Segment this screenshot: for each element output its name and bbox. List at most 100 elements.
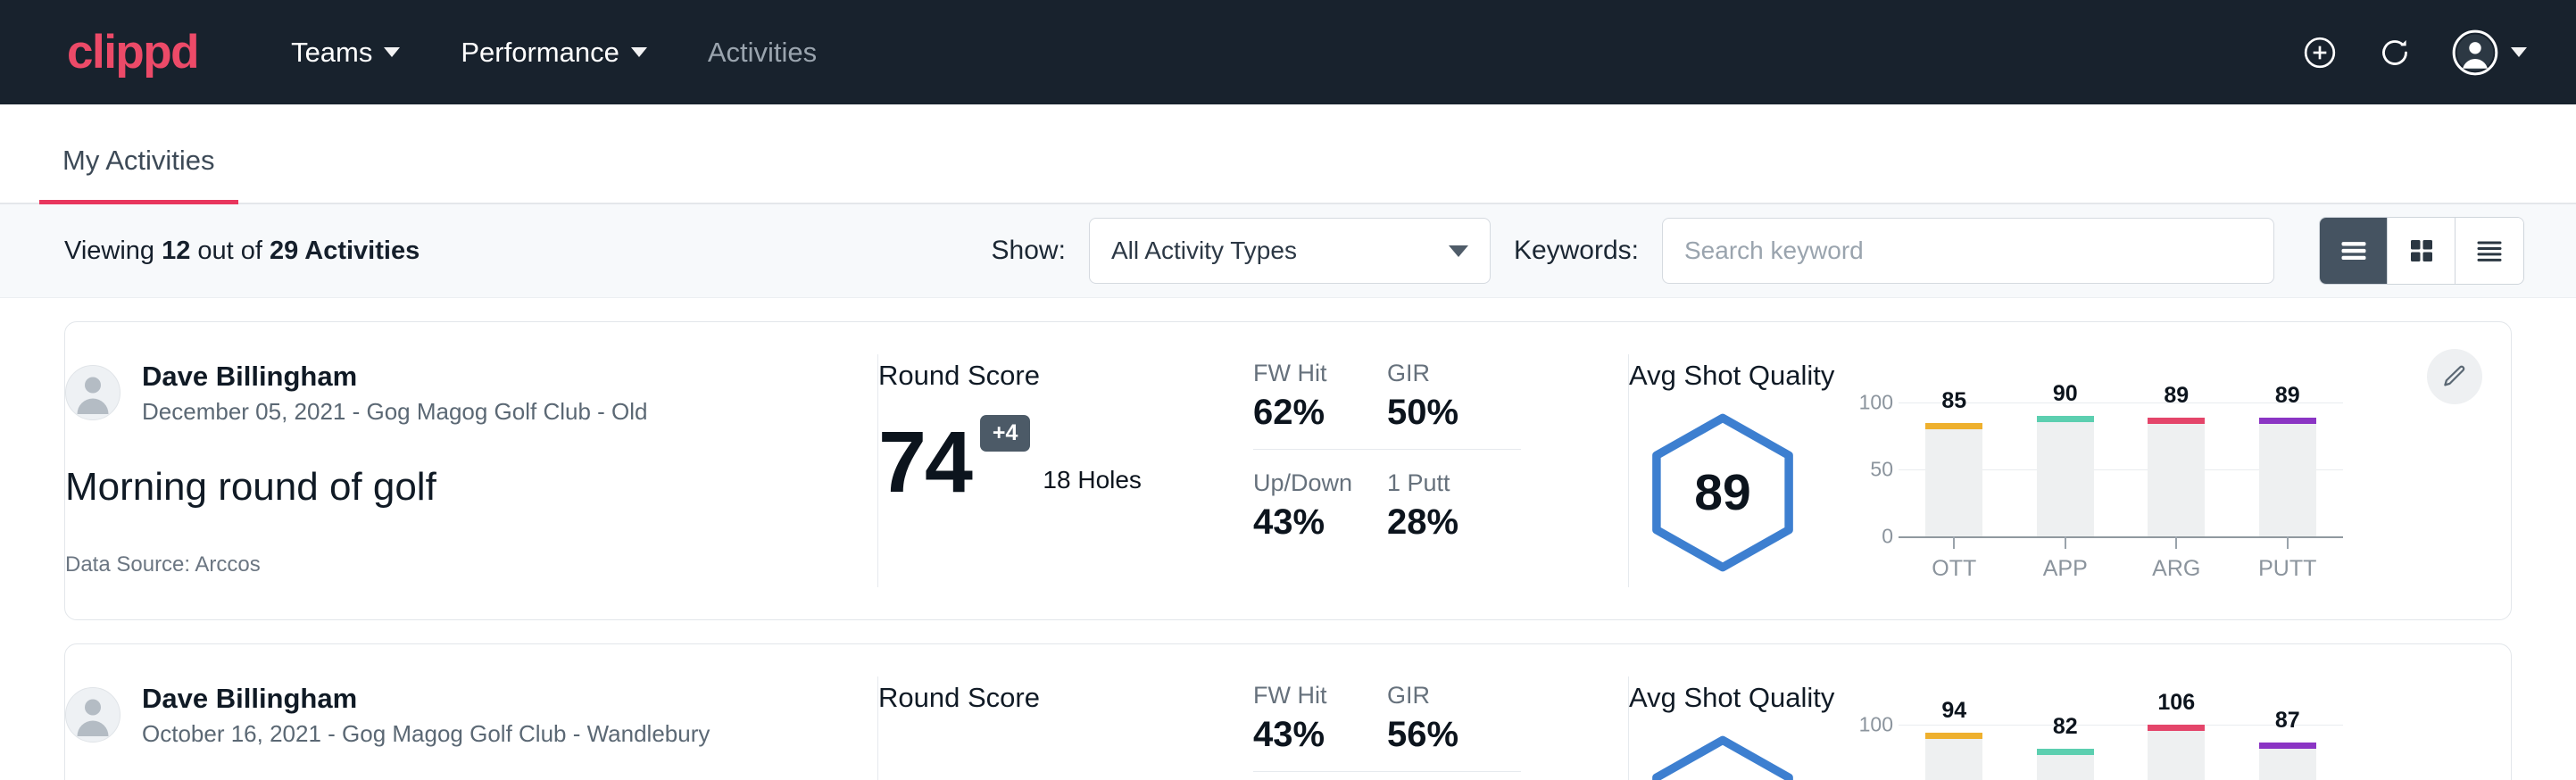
chart-x-label: OTT (1899, 556, 2010, 582)
chart-bars: 85908989 (1899, 402, 2343, 536)
stat-gir: GIR 56% (1387, 682, 1521, 772)
chart-x-labels: OTTAPPARGPUTT (1899, 556, 2343, 582)
view-list-button[interactable] (2320, 218, 2388, 284)
chevron-down-icon (384, 47, 400, 57)
refresh-icon[interactable] (2377, 35, 2413, 71)
chart-plot-area: 85908989 (1899, 402, 2343, 536)
stat-one-putt-value: 28% (1387, 502, 1521, 543)
chart-bar-group: 87 (2232, 725, 2344, 780)
chart-bar (1925, 423, 1982, 537)
search-input[interactable] (1662, 218, 2274, 284)
round-score-block: Round Score 74 +4 18 Holes (878, 322, 1253, 619)
shot-quality-value: 89 (1629, 408, 1816, 577)
round-score-value: 74 (878, 422, 971, 502)
chart-y-tick: 0 (1882, 525, 1893, 549)
chart-x-tick (1953, 536, 1955, 549)
view-compact-button[interactable] (2456, 218, 2523, 284)
chart-plot-area: 948210687 (1899, 725, 2343, 780)
shot-quality-chart: 050100 85908989 OTTAPPARGPUTT (1843, 402, 2343, 582)
stat-up-down-label: Up/Down (1253, 469, 1387, 497)
chart-bar-group: 94 (1899, 725, 2010, 780)
player-name: Dave Billingham (142, 682, 710, 717)
chart-bar (2037, 749, 2094, 780)
shot-quality-block: Avg Shot Quality 050100 948210687 OTTAPP… (1629, 644, 2511, 780)
chart-bar-value: 87 (2232, 708, 2344, 734)
chart-y-tick: 100 (1859, 713, 1893, 737)
nav-item-activities-label: Activities (708, 37, 817, 69)
viewing-count-text: Viewing 12 out of 29 Activities (64, 236, 420, 266)
shot-quality-hexagon: 89 (1629, 408, 1816, 577)
viewing-count: 12 (162, 236, 190, 265)
score-to-par-badge: +4 (980, 415, 1031, 452)
viewing-prefix: Viewing (64, 236, 162, 265)
chevron-down-icon (1449, 245, 1468, 257)
nav-item-teams-label: Teams (291, 37, 372, 69)
chart-bars: 948210687 (1899, 725, 2343, 780)
view-mode-toggle (2319, 217, 2524, 285)
activity-card[interactable]: Dave Billingham December 05, 2021 - Gog … (64, 321, 2512, 620)
chart-x-tick (2175, 536, 2177, 549)
chart-y-axis: 050100 (1843, 402, 1899, 582)
chevron-down-icon (2511, 47, 2527, 57)
activity-stats: FW Hit 43% GIR 56% (1253, 644, 1628, 780)
shot-quality-block: Avg Shot Quality 89 050100 85908989 OTTA… (1629, 322, 2511, 619)
top-navigation-bar: clippd Teams Performance Activities (0, 0, 2576, 104)
chart-bar-group: 106 (2121, 725, 2232, 780)
app-logo[interactable]: clippd (67, 29, 198, 76)
keywords-label: Keywords: (1514, 236, 1639, 266)
chart-bar-cap (2037, 416, 2094, 422)
activity-data-source: Data Source: Arccos (65, 552, 877, 577)
stat-fw-hit-label: FW Hit (1253, 360, 1351, 387)
chart-bar-value: 89 (2121, 383, 2232, 409)
player-row: Dave Billingham October 16, 2021 - Gog M… (65, 682, 877, 748)
stat-one-putt: 1 Putt 28% (1387, 469, 1521, 559)
chart-bar-group: 85 (1899, 402, 2010, 536)
view-grid-button[interactable] (2388, 218, 2456, 284)
nav-item-activities[interactable]: Activities (677, 26, 847, 79)
chart-bar-value: 106 (2121, 690, 2232, 716)
stat-gir-value: 50% (1387, 393, 1485, 433)
stat-up-down: Up/Down 43% (1253, 469, 1387, 559)
chart-bar (2037, 416, 2094, 536)
nav-item-performance[interactable]: Performance (430, 26, 677, 79)
chart-bar-value: 94 (1899, 698, 2010, 724)
chart-bar (2259, 418, 2316, 537)
activity-stats: FW Hit 62% GIR 50% Up/Down 43% 1 Putt 28… (1253, 322, 1628, 619)
round-score-block: Round Score (878, 644, 1253, 780)
filter-controls: Show: All Activity Types Keywords: (992, 217, 2524, 285)
shot-quality-label: Avg Shot Quality (1629, 682, 2511, 714)
activity-type-select[interactable]: All Activity Types (1089, 218, 1491, 284)
activity-meta: December 05, 2021 - Gog Magog Golf Club … (142, 398, 648, 426)
nav-item-teams[interactable]: Teams (261, 26, 430, 79)
main-nav: Teams Performance Activities (261, 26, 847, 79)
stat-gir-value: 56% (1387, 715, 1485, 755)
stat-one-putt-label: 1 Putt (1387, 469, 1521, 497)
shot-quality-hexagon (1629, 730, 1816, 780)
edit-activity-button[interactable] (2427, 349, 2482, 404)
chart-y-tick: 50 (1870, 458, 1893, 482)
add-icon[interactable] (2302, 35, 2338, 71)
chart-bar-group: 89 (2232, 402, 2344, 536)
chart-x-label: PUTT (2232, 556, 2344, 582)
holes-label: 18 Holes (1043, 466, 1142, 494)
chart-bar (2148, 418, 2205, 537)
activity-list: Dave Billingham December 05, 2021 - Gog … (0, 298, 2576, 780)
chart-y-axis: 050100 (1843, 725, 1899, 780)
shot-quality-chart: 050100 948210687 OTTAPPARGPUTT (1843, 725, 2343, 780)
chart-bar (2148, 725, 2205, 780)
account-avatar[interactable] (2452, 29, 2527, 76)
tab-my-activities[interactable]: My Activities (39, 145, 238, 204)
stat-fw-hit: FW Hit 62% (1253, 360, 1387, 450)
chart-bar-value: 82 (2010, 714, 2122, 740)
activity-card[interactable]: Dave Billingham October 16, 2021 - Gog M… (64, 643, 2512, 780)
stat-up-down-value: 43% (1253, 502, 1387, 543)
activity-type-select-value: All Activity Types (1111, 236, 1449, 265)
stat-gir-label: GIR (1387, 682, 1485, 709)
chevron-down-icon (631, 47, 647, 57)
stat-fw-hit-value: 62% (1253, 393, 1351, 433)
activity-info: Dave Billingham October 16, 2021 - Gog M… (65, 644, 877, 780)
chart-x-label: APP (2010, 556, 2122, 582)
chart-bar-cap (2259, 418, 2316, 424)
chart-bar-value: 85 (1899, 388, 2010, 414)
stat-gir: GIR 50% (1387, 360, 1521, 450)
